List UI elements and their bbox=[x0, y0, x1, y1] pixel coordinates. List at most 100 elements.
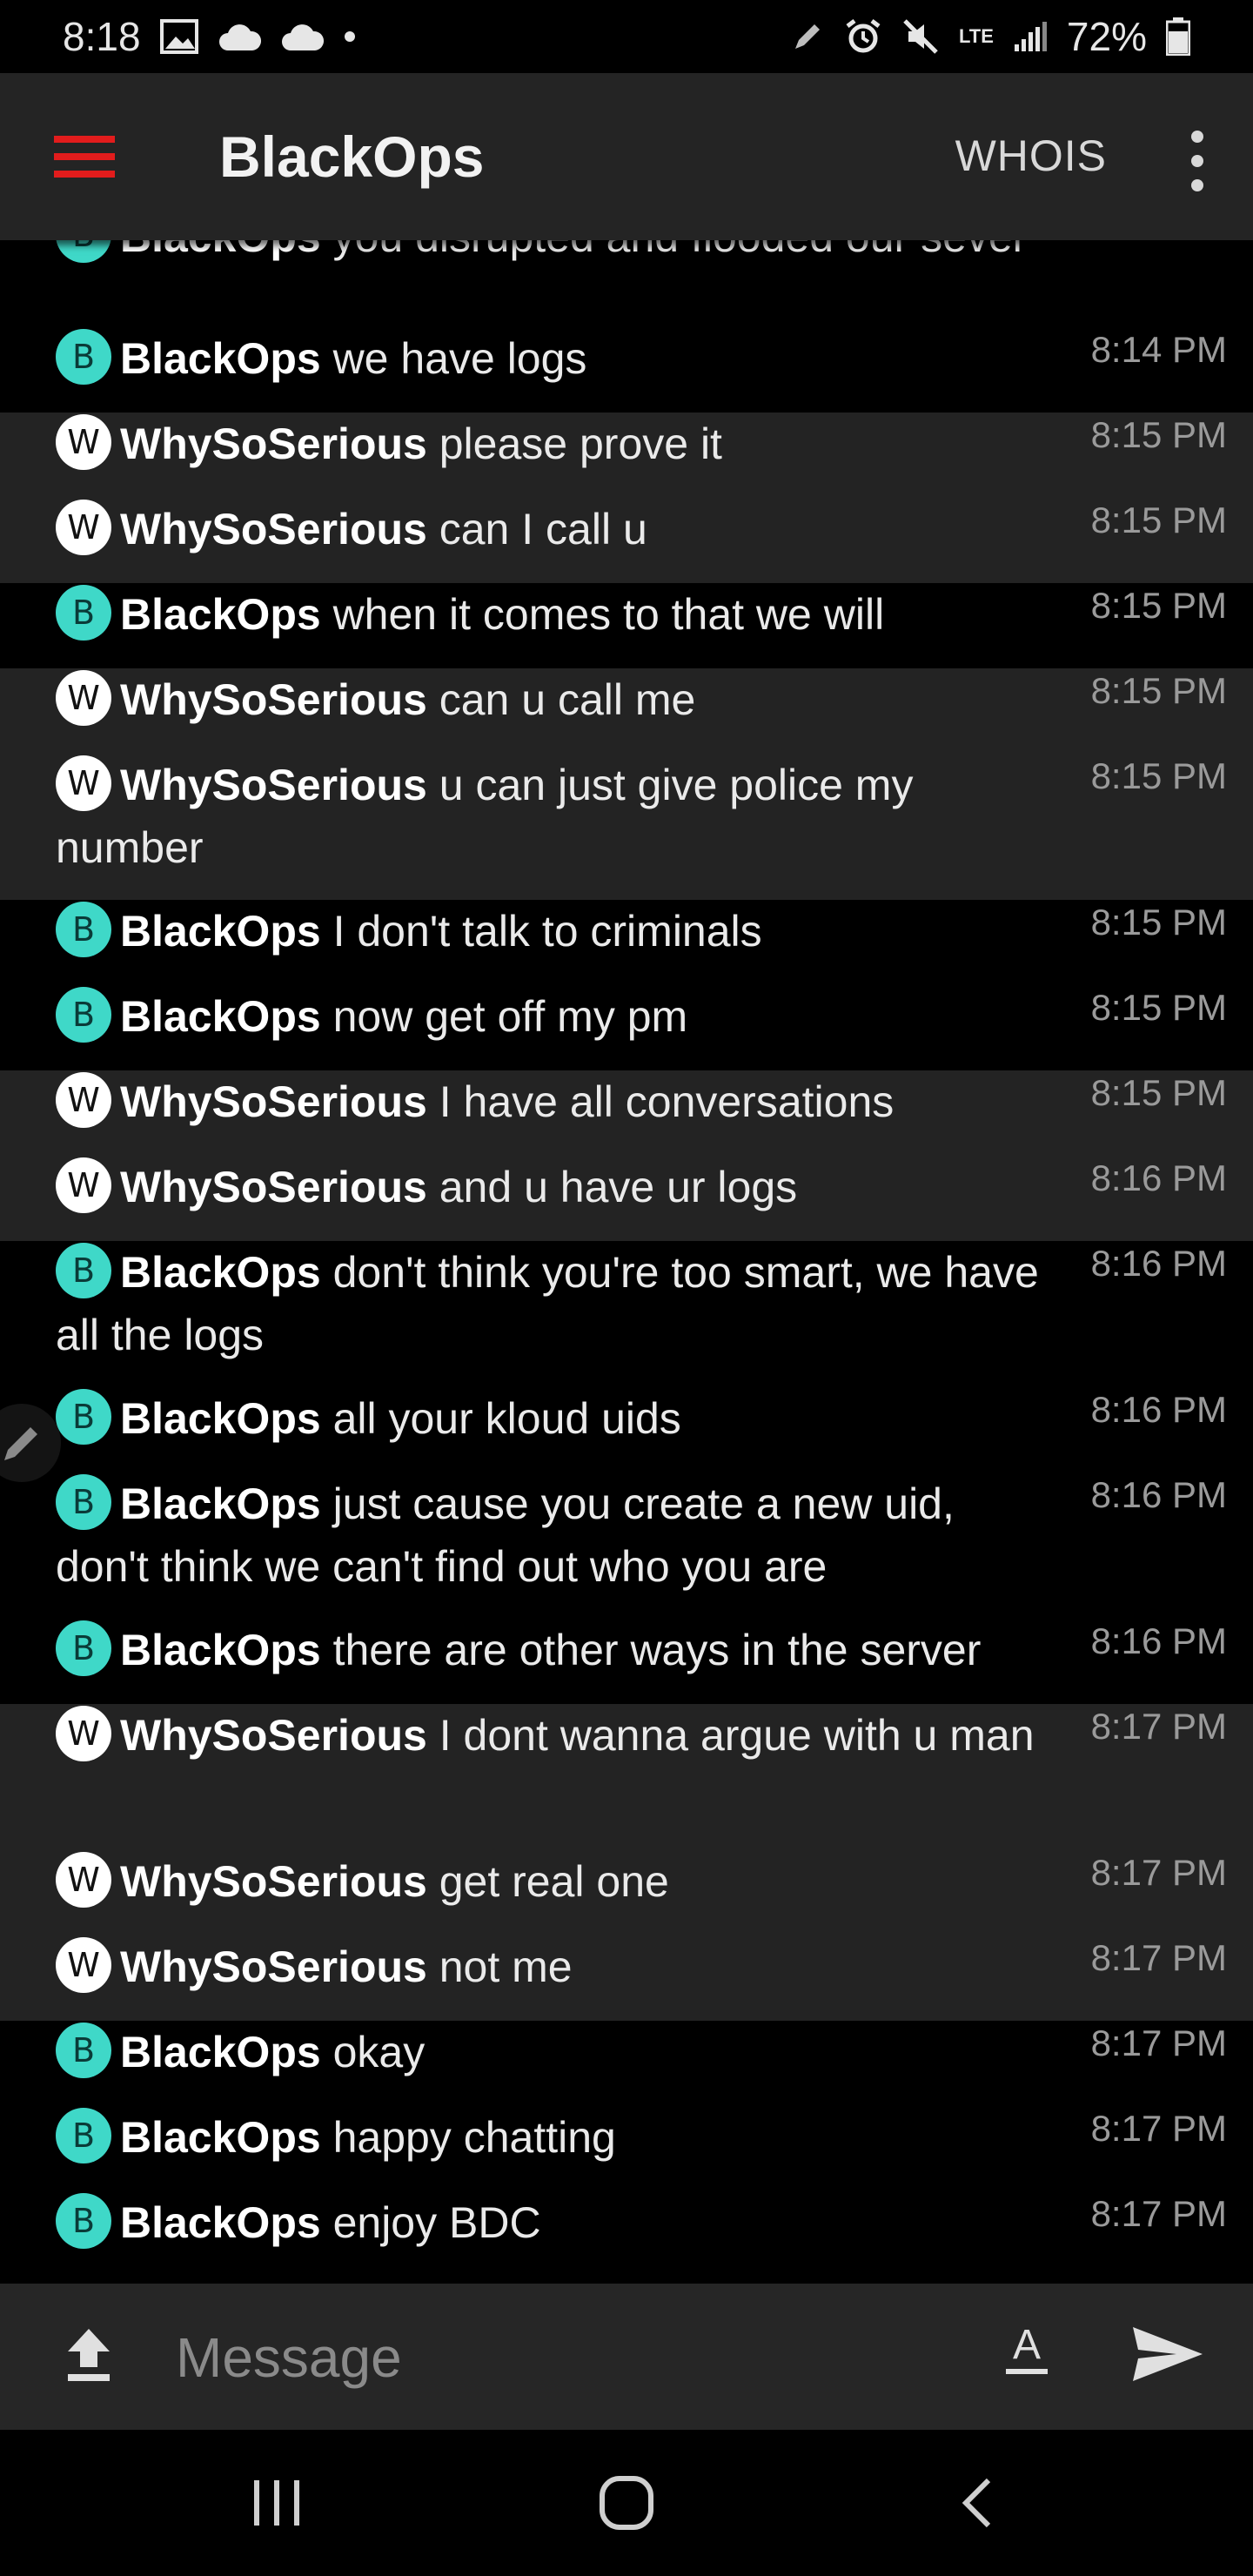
battery-level: 72% bbox=[1066, 14, 1147, 59]
message-row: W WhySoSerious not me 8:17 PM bbox=[0, 1935, 1253, 2021]
back-icon[interactable] bbox=[957, 2475, 995, 2535]
avatar: B bbox=[56, 584, 111, 641]
timestamp: 8:15 PM bbox=[1090, 1072, 1227, 1113]
nickname[interactable]: WhySoSerious bbox=[120, 1163, 427, 1211]
clock: 8:18 bbox=[63, 14, 141, 59]
pen-icon bbox=[790, 19, 825, 54]
nickname[interactable]: BlackOps bbox=[120, 1248, 321, 1297]
nickname[interactable]: WhySoSerious bbox=[120, 675, 427, 724]
nickname[interactable]: BlackOps bbox=[120, 907, 321, 956]
send-icon[interactable] bbox=[1131, 2325, 1204, 2387]
avatar: W bbox=[56, 499, 111, 555]
timestamp: 8:17 PM bbox=[1090, 2193, 1227, 2234]
message-text: there are other ways in the server bbox=[332, 1626, 982, 1674]
timestamp: 8:16 PM bbox=[1090, 1243, 1227, 1284]
signal-icon bbox=[1013, 20, 1048, 53]
nickname[interactable]: WhySoSerious bbox=[120, 1857, 427, 1906]
nickname[interactable]: BlackOps bbox=[120, 2028, 321, 2076]
nickname[interactable]: WhySoSerious bbox=[120, 419, 427, 468]
avatar: B bbox=[56, 1242, 111, 1298]
avatar: W bbox=[56, 413, 111, 470]
message-row: W WhySoSerious can u call me 8:15 PM bbox=[0, 668, 1253, 754]
timestamp: 8:17 PM bbox=[1090, 1706, 1227, 1747]
avatar: B bbox=[56, 2107, 111, 2163]
nickname[interactable]: BlackOps bbox=[120, 2113, 321, 2162]
message-row: W WhySoSerious I have all conversations 8… bbox=[0, 1070, 1253, 1156]
nickname[interactable]: BlackOps bbox=[120, 2198, 321, 2247]
timestamp: 8:14 PM bbox=[1090, 329, 1227, 370]
message-input[interactable] bbox=[174, 2315, 961, 2400]
nickname[interactable]: BlackOps bbox=[120, 1479, 321, 1528]
message-text: please prove it bbox=[439, 419, 722, 468]
text-format-icon[interactable]: A bbox=[1002, 2320, 1051, 2385]
message-row: B BlackOps don't think you're too smart, … bbox=[0, 1241, 1253, 1387]
message-row: B BlackOps all your kloud uids 8:16 PM bbox=[0, 1387, 1253, 1472]
hamburger-icon[interactable] bbox=[54, 136, 115, 179]
nickname[interactable]: WhySoSerious bbox=[120, 1077, 427, 1126]
message-row: B BlackOps now get off my pm 8:15 PM bbox=[0, 985, 1253, 1070]
message-row: B BlackOps I don't talk to criminals 8:15… bbox=[0, 900, 1253, 985]
nickname[interactable]: BlackOps bbox=[120, 240, 321, 261]
message-row: B BlackOps just cause you create a new ui… bbox=[0, 1472, 1253, 1619]
avatar: B bbox=[56, 986, 111, 1043]
avatar: W bbox=[56, 1936, 111, 1993]
nickname[interactable]: WhySoSerious bbox=[120, 761, 427, 809]
avatar: B bbox=[56, 1388, 111, 1445]
message-text: I have all conversations bbox=[439, 1077, 895, 1126]
network-type: LTE bbox=[959, 25, 994, 47]
channel-title: BlackOps bbox=[219, 124, 485, 189]
timestamp: 8:15 PM bbox=[1090, 414, 1227, 455]
timestamp: 8:17 PM bbox=[1090, 2023, 1227, 2063]
message-text: enjoy BDC bbox=[332, 2198, 541, 2247]
recents-icon[interactable] bbox=[251, 2475, 303, 2535]
cloud-icon bbox=[218, 21, 261, 52]
message-list[interactable]: BBlackOps you disrupted and flooded our … bbox=[0, 240, 1253, 2284]
nickname[interactable]: BlackOps bbox=[120, 590, 321, 639]
message-text: happy chatting bbox=[332, 2113, 616, 2162]
message-row: B BlackOps you disrupted and flooded our … bbox=[0, 240, 1253, 327]
message-composer: A bbox=[0, 2284, 1253, 2430]
message-row: W WhySoSerious u can just give police my … bbox=[0, 754, 1253, 900]
message-text: okay bbox=[332, 2028, 425, 2076]
timestamp: 8:15 PM bbox=[1090, 755, 1227, 796]
nickname[interactable]: WhySoSerious bbox=[120, 1942, 427, 1991]
message-row: B BlackOps when it comes to that we will … bbox=[0, 583, 1253, 668]
whois-button[interactable]: WHOIS bbox=[955, 131, 1107, 181]
avatar: B bbox=[56, 1473, 111, 1530]
message-row: B BlackOps happy chatting 8:17 PM bbox=[0, 2106, 1253, 2191]
message-text: get real one bbox=[439, 1857, 669, 1906]
timestamp: 8:15 PM bbox=[1090, 987, 1227, 1028]
message-text: not me bbox=[439, 1942, 573, 1991]
timestamp: 8:17 PM bbox=[1090, 1852, 1227, 1893]
nickname[interactable]: WhySoSerious bbox=[120, 1711, 427, 1760]
message-row: W WhySoSerious get real one 8:17 PM bbox=[0, 1850, 1253, 1935]
nickname[interactable]: BlackOps bbox=[120, 992, 321, 1041]
message-row: W WhySoSerious and u have ur logs 8:16 PM bbox=[0, 1156, 1253, 1241]
timestamp: 8:15 PM bbox=[1090, 500, 1227, 540]
message-text: you disrupted and flooded our sever bbox=[333, 240, 1028, 261]
avatar: B bbox=[56, 240, 111, 263]
avatar: W bbox=[56, 1851, 111, 1908]
message-row: W WhySoSerious please prove it 8:15 PM bbox=[0, 413, 1253, 498]
alarm-icon bbox=[844, 17, 882, 56]
message-text: I don't talk to criminals bbox=[332, 907, 762, 956]
upload-icon[interactable] bbox=[63, 2324, 115, 2389]
nickname[interactable]: BlackOps bbox=[120, 334, 321, 383]
message-text: can u call me bbox=[439, 675, 696, 724]
avatar: W bbox=[56, 755, 111, 811]
nickname[interactable]: WhySoSerious bbox=[120, 505, 427, 553]
message-row: W WhySoSerious I dont wanna argue with u … bbox=[0, 1704, 1253, 1850]
message-row: B BlackOps enjoy BDC 8:17 PM bbox=[0, 2191, 1253, 2284]
avatar: B bbox=[56, 2022, 111, 2078]
message-text: and u have ur logs bbox=[439, 1163, 798, 1211]
nickname[interactable]: BlackOps bbox=[120, 1626, 321, 1674]
timestamp: 8:15 PM bbox=[1090, 902, 1227, 943]
nickname[interactable]: BlackOps bbox=[120, 1394, 321, 1443]
message-text: when it comes to that we will bbox=[332, 590, 885, 639]
mute-icon bbox=[901, 17, 940, 56]
message-row: B BlackOps okay 8:17 PM bbox=[0, 2021, 1253, 2106]
more-vert-icon[interactable] bbox=[1180, 131, 1215, 191]
notification-dot-icon bbox=[343, 30, 357, 44]
home-icon[interactable] bbox=[599, 2475, 654, 2535]
avatar: B bbox=[56, 328, 111, 385]
